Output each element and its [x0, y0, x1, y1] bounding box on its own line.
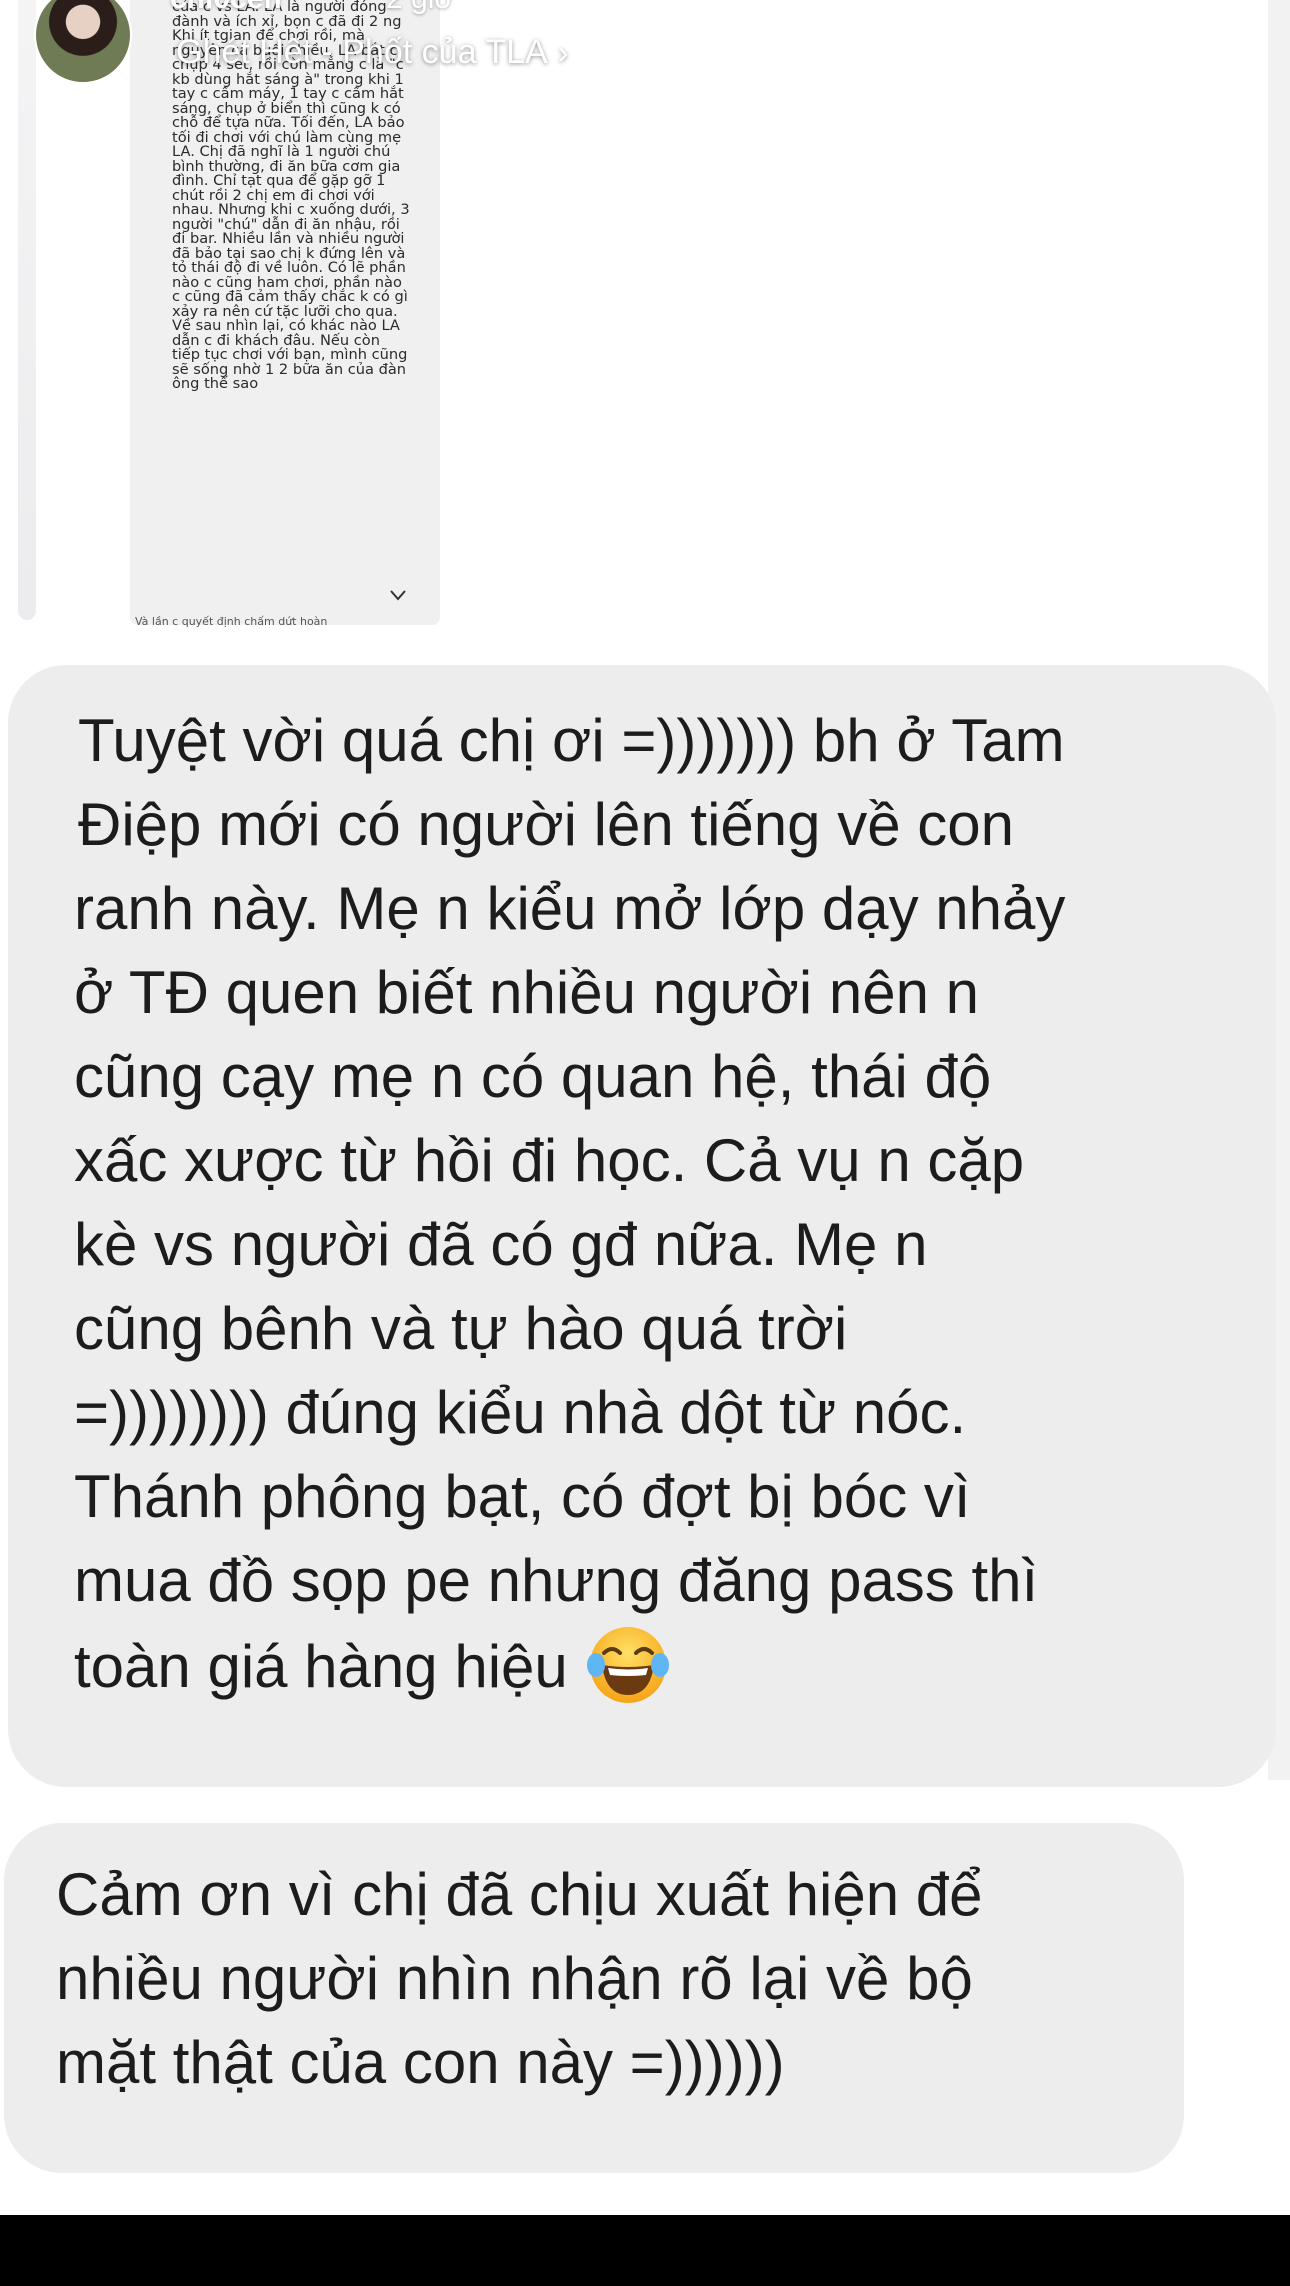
chevron-down-icon: [390, 590, 406, 601]
left-rail: [18, 0, 36, 620]
message-line: Cảm ơn vì chị đã chịu xuất hiện để: [56, 1861, 983, 1928]
message-bubble: Tuyệt vời quá chị ơi =))))))) bh ở Tam Đ…: [8, 665, 1276, 1787]
message-line-text: toàn giá hàng hiệu: [74, 1633, 568, 1700]
message-line: Thánh phông bạt, có đợt bị bóc vì: [74, 1463, 971, 1530]
message-line: mặt thật của con này =)))))): [56, 2029, 785, 2096]
embedded-line: ông thế sao: [172, 375, 259, 392]
message-bubble: Cảm ơn vì chị đã chịu xuất hiện để nhiều…: [4, 1823, 1184, 2173]
avatar[interactable]: [34, 0, 132, 84]
chevron-right-icon: ›: [557, 34, 569, 70]
story-username[interactable]: chi0cen: [170, 0, 282, 16]
embedded-message-screenshot: của c vs LA. LA là người đóng đành và íc…: [130, 0, 440, 625]
more-horizontal-icon[interactable]: [1082, 6, 1142, 46]
bottom-bar: [0, 2215, 1290, 2286]
close-icon[interactable]: [1200, 0, 1260, 56]
message-line: mua đồ sọp pe nhưng đăng pass thì: [74, 1547, 1039, 1614]
message-line: Điệp mới có người lên tiếng về con: [78, 791, 1014, 858]
follow-button[interactable]: Theo dõi: [792, 0, 1026, 71]
message-line: nhiều người nhìn nhận rõ lại về bộ: [56, 1945, 973, 2012]
message-line: cũng cạy mẹ n có quan hệ, thái độ: [74, 1043, 992, 1110]
message-line: xấc xược từ hồi đi học. Cả vụ n cặp: [74, 1127, 1025, 1194]
story-frame: của c vs LA. LA là người đóng đành và íc…: [0, 0, 1290, 2215]
message-line: ở TĐ quen biết nhiều người nên n: [74, 959, 980, 1026]
message-line: ranh này. Mẹ n kiểu mở lớp dạy nhảy: [74, 875, 1066, 942]
embedded-message-cut-line: Và lần c quyết định chấm dứt hoàn: [135, 615, 328, 628]
story-time-ago: 2 giờ: [386, 0, 454, 16]
message-line: Tuyệt vời quá chị ơi =))))))) bh ở Tam: [78, 707, 1065, 774]
message-line: =)))))))) đúng kiểu nhà dột từ nóc.: [74, 1379, 967, 1446]
laughing-tears-emoji-icon: [586, 1627, 669, 1703]
group-link[interactable]: Ghét Hết - Phốt của TLA ›: [176, 33, 568, 72]
message-line-last: toàn giá hàng hiệu: [74, 1623, 1236, 1709]
message-line: kè vs người đã có gđ nữa. Mẹ n: [74, 1211, 928, 1278]
message-line: cũng bênh và tự hào quá trời: [74, 1295, 848, 1362]
group-link-label: Ghét Hết - Phốt của TLA: [176, 33, 548, 71]
